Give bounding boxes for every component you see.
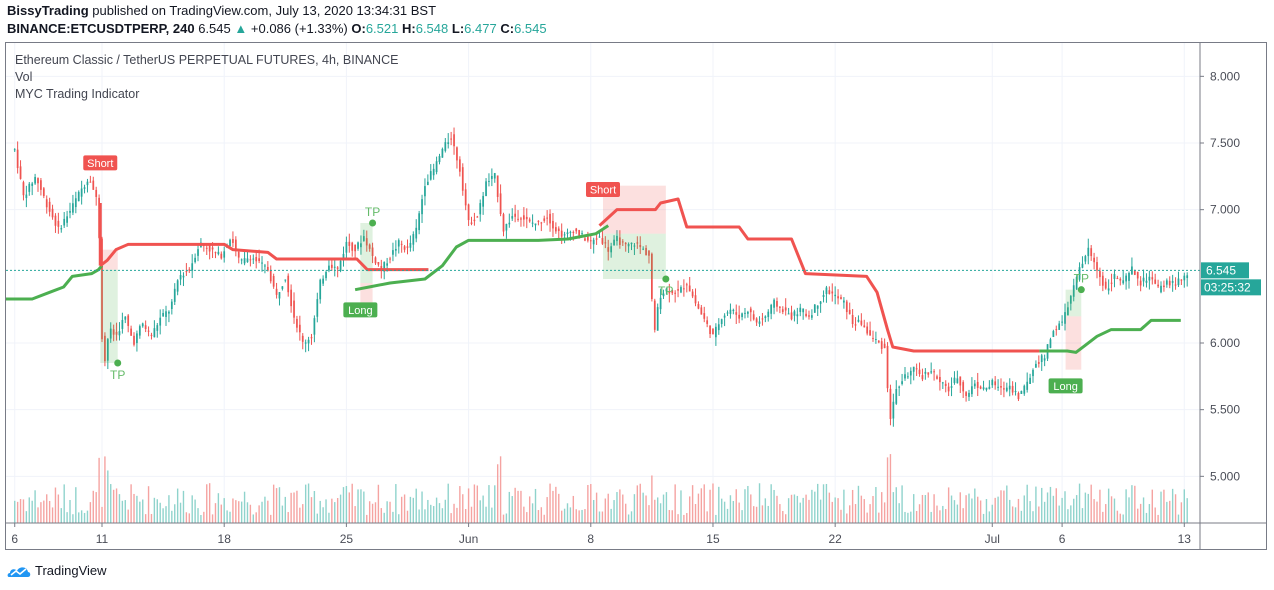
legend-indicator[interactable]: MYC Trading Indicator	[15, 87, 139, 101]
chart-frame	[5, 42, 1267, 550]
tradingview-branding[interactable]: TradingView	[7, 563, 107, 578]
tradingview-logo-icon	[7, 566, 31, 577]
legend-main-series[interactable]: Ethereum Classic / TetherUS PERPETUAL FU…	[15, 53, 398, 67]
legend-volume[interactable]: Vol	[15, 70, 32, 84]
brand-name: TradingView	[35, 563, 107, 578]
